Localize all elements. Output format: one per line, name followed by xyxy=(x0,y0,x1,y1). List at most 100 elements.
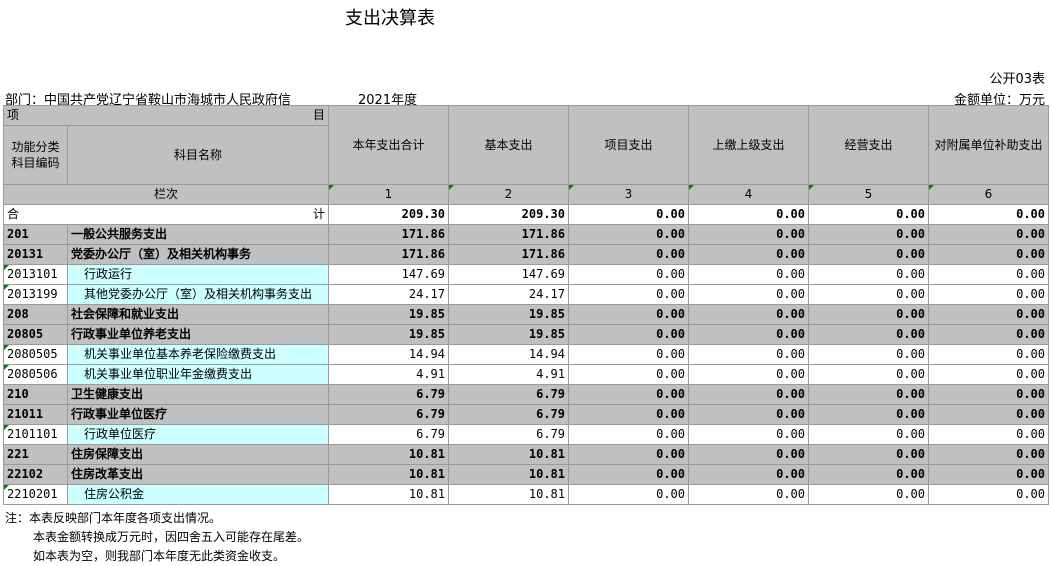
amount-cell: 0.00 xyxy=(808,244,929,265)
amount-cell: 0.00 xyxy=(928,424,1049,445)
amount-cell: 0.00 xyxy=(568,284,689,305)
subject-code: 221 xyxy=(3,444,68,465)
amount-cell: 10.81 xyxy=(448,444,569,465)
amount-cell: 10.81 xyxy=(328,464,449,485)
table-row: 20805 行政事业单位养老支出 19.85 19.85 0.00 0.00 0.00 0.0… xyxy=(3,324,1049,345)
amount-cell: 0.00 xyxy=(808,424,929,445)
amount-cell: 147.69 xyxy=(448,264,569,285)
col-number: 2 xyxy=(448,184,569,205)
public-table-number: 公开03表 xyxy=(989,72,1045,87)
subject-code: 201 xyxy=(3,224,68,245)
table-row: 21011 行政事业单位医疗 6.79 6.79 0.00 0.00 0.00 0.00 xyxy=(3,404,1049,425)
amount-cell: 0.00 xyxy=(568,344,689,365)
amount-cell: 0.00 xyxy=(928,384,1049,405)
table-row: 201 一般公共服务支出 171.86 171.86 0.00 0.00 0.00 0.00 xyxy=(3,224,1049,245)
amount-cell: 0.00 xyxy=(928,484,1049,505)
col-header-subsidy: 对附属单位补助支出 xyxy=(928,105,1049,185)
amount-cell: 0.00 xyxy=(808,444,929,465)
subject-name: 住房保障支出 xyxy=(67,444,329,465)
amount-cell: 0.00 xyxy=(688,444,809,465)
amount-cell: 14.94 xyxy=(448,344,569,365)
amount-cell: 0.00 xyxy=(568,304,689,325)
amount-cell: 19.85 xyxy=(328,304,449,325)
amount-cell: 0.00 xyxy=(568,464,689,485)
total-row: 合 计 209.30 209.30 0.00 0.00 0.00 0.00 xyxy=(3,204,1049,225)
subject-name: 行政事业单位医疗 xyxy=(67,404,329,425)
table-row: 2101101 行政单位医疗 6.79 6.79 0.00 0.00 0.00 0.00 xyxy=(3,424,1049,445)
col-header-basic: 基本支出 xyxy=(448,105,569,185)
subject-code: 20805 xyxy=(3,324,68,345)
xiang-label: 项 xyxy=(7,108,20,122)
col-header-project: 项目支出 xyxy=(568,105,689,185)
amount-cell: 0.00 xyxy=(808,324,929,345)
total-label-right: 计 xyxy=(312,207,325,221)
amount-cell: 0.00 xyxy=(808,404,929,425)
amount-cell: 0.00 xyxy=(808,284,929,305)
col-number: 4 xyxy=(688,184,809,205)
amount-cell: 10.81 xyxy=(328,484,449,505)
amount-cell: 0.00 xyxy=(568,384,689,405)
col-header-remit: 上缴上级支出 xyxy=(688,105,809,185)
subject-name: 卫生健康支出 xyxy=(67,384,329,405)
mu-label: 目 xyxy=(312,108,325,122)
table-row: 2080505 机关事业单位基本养老保险缴费支出 14.94 14.94 0.00 0.0… xyxy=(3,344,1049,365)
amount-cell: 171.86 xyxy=(328,244,449,265)
subject-name: 党委办公厅（室）及相关机构事务 xyxy=(67,244,329,265)
table-row: 20131 党委办公厅（室）及相关机构事务 171.86 171.86 0.00 0.00… xyxy=(3,244,1049,265)
total-value: 0.00 xyxy=(688,204,809,225)
amount-cell: 6.79 xyxy=(448,384,569,405)
subject-code: 2210201 xyxy=(3,484,68,505)
amount-cell: 10.81 xyxy=(448,464,569,485)
subject-code: 208 xyxy=(3,304,68,325)
subject-code: 21011 xyxy=(3,404,68,425)
amount-cell: 0.00 xyxy=(568,484,689,505)
notes: 注：本表反映部门本年度各项支出情况。 本表金额转换成万元时，因四舍五入可能存在尾… xyxy=(5,509,309,566)
note-line: 注：本表反映部门本年度各项支出情况。 xyxy=(5,511,222,525)
amount-cell: 0.00 xyxy=(688,284,809,305)
subject-code: 20131 xyxy=(3,244,68,265)
amount-cell: 0.00 xyxy=(568,224,689,245)
table-row: 221 住房保障支出 10.81 10.81 0.00 0.00 0.00 0.00 xyxy=(3,444,1049,465)
amount-cell: 0.00 xyxy=(688,464,809,485)
amount-cell: 0.00 xyxy=(928,444,1049,465)
amount-cell: 0.00 xyxy=(688,244,809,265)
amount-cell: 0.00 xyxy=(928,304,1049,325)
table-row: 2210201 住房公积金 10.81 10.81 0.00 0.00 0.00 0.00 xyxy=(3,484,1049,505)
subject-name: 行政运行 xyxy=(67,264,329,285)
amount-cell: 0.00 xyxy=(688,344,809,365)
subject-code: 2013101 xyxy=(3,264,68,285)
table-row: 210 卫生健康支出 6.79 6.79 0.00 0.00 0.00 0.00 xyxy=(3,384,1049,405)
subject-name: 其他党委办公厅（室）及相关机构事务支出 xyxy=(67,284,329,305)
subject-name: 住房改革支出 xyxy=(67,464,329,485)
amount-cell: 6.79 xyxy=(328,404,449,425)
amount-cell: 171.86 xyxy=(448,244,569,265)
amount-cell: 19.85 xyxy=(448,304,569,325)
total-value: 0.00 xyxy=(568,204,689,225)
total-value: 0.00 xyxy=(928,204,1049,225)
amount-cell: 171.86 xyxy=(448,224,569,245)
amount-cell: 0.00 xyxy=(928,464,1049,485)
report-title: 支出决算表 xyxy=(345,8,435,29)
amount-cell: 0.00 xyxy=(928,404,1049,425)
subject-name: 行政事业单位养老支出 xyxy=(67,324,329,345)
table-row: 2013199 其他党委办公厅（室）及相关机构事务支出 24.17 24.17 0.00… xyxy=(3,284,1049,305)
subject-code: 210 xyxy=(3,384,68,405)
amount-cell: 6.79 xyxy=(448,404,569,425)
subject-name: 机关事业单位职业年金缴费支出 xyxy=(67,364,329,385)
amount-cell: 0.00 xyxy=(688,264,809,285)
amount-cell: 4.91 xyxy=(448,364,569,385)
amount-cell: 14.94 xyxy=(328,344,449,365)
amount-cell: 0.00 xyxy=(928,364,1049,385)
col-number: 6 xyxy=(928,184,1049,205)
amount-cell: 6.79 xyxy=(448,424,569,445)
amount-cell: 0.00 xyxy=(928,264,1049,285)
subject-code: 2080506 xyxy=(3,364,68,385)
amount-cell: 6.79 xyxy=(328,384,449,405)
amount-cell: 0.00 xyxy=(568,444,689,465)
col-number: 1 xyxy=(328,184,449,205)
amount-cell: 147.69 xyxy=(328,264,449,285)
amount-cell: 0.00 xyxy=(568,424,689,445)
amount-cell: 0.00 xyxy=(568,264,689,285)
xiang-mu-header-cell: 项 目 xyxy=(3,105,329,126)
amount-cell: 0.00 xyxy=(808,484,929,505)
